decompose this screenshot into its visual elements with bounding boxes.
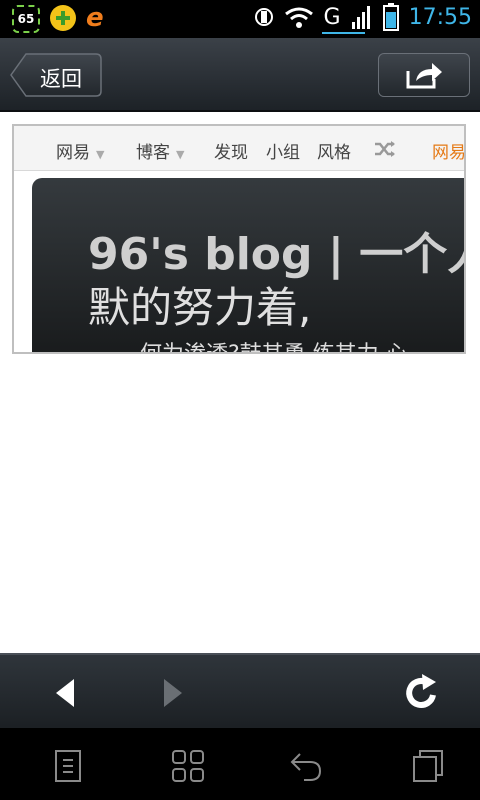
nav-item-discover: 发现 bbox=[214, 143, 248, 163]
menu-icon[interactable] bbox=[50, 748, 86, 784]
triangle-back-icon[interactable] bbox=[46, 673, 86, 713]
blog-banner: 96's blog | 一个人 默的努力着, 何为渗透?鼓其勇 练其力 心 bbox=[32, 178, 466, 352]
browser-toolbar bbox=[0, 653, 480, 730]
nav-item-blog: 博客 ▼ bbox=[136, 143, 185, 163]
battery-icon bbox=[382, 3, 399, 31]
status-bar: 65 e G 17:55 bbox=[0, 0, 480, 38]
system-status: G 17:55 bbox=[254, 3, 472, 34]
blog-tagline: 何为渗透?鼓其勇 练其力 心 bbox=[140, 336, 408, 352]
plus-app-icon bbox=[50, 5, 76, 31]
site-nav: 网易 ▼ 博客 ▼ 发现 小组 风格 网易 bbox=[14, 126, 464, 171]
recent-apps-icon[interactable] bbox=[410, 748, 446, 784]
home-grid-icon[interactable] bbox=[170, 748, 206, 784]
browser-e-icon: e bbox=[86, 3, 104, 33]
triangle-forward-icon[interactable] bbox=[152, 673, 192, 713]
nav-item-netease: 网易 ▼ bbox=[56, 143, 105, 163]
wifi-icon bbox=[284, 7, 313, 28]
network-type: G bbox=[321, 4, 365, 34]
nav-item-style: 风格 bbox=[317, 143, 351, 163]
back-arrow-icon[interactable] bbox=[288, 748, 324, 784]
shuffle-icon bbox=[375, 141, 395, 157]
back-button-label: 返回 bbox=[40, 67, 82, 91]
refresh-icon[interactable] bbox=[402, 673, 442, 713]
share-button[interactable] bbox=[378, 53, 470, 97]
blog-subtitle: 默的努力着, bbox=[88, 283, 312, 332]
vibrate-icon bbox=[254, 8, 273, 26]
title-bar: 返回 bbox=[0, 38, 480, 112]
back-button[interactable]: 返回 bbox=[10, 53, 102, 97]
blog-title: 96's blog | 一个人 bbox=[88, 229, 466, 280]
nav-item-netease-orange: 网易 bbox=[432, 143, 466, 163]
clock: 17:55 bbox=[408, 4, 472, 30]
signal-icon bbox=[351, 6, 370, 29]
badge-65-icon: 65 bbox=[12, 5, 40, 33]
system-nav-bar bbox=[0, 728, 480, 800]
nav-item-groups: 小组 bbox=[266, 143, 300, 163]
page-thumbnail[interactable]: 网易 ▼ 博客 ▼ 发现 小组 风格 网易 96's blog | 一个人 默的努力… bbox=[12, 124, 466, 354]
share-icon bbox=[406, 63, 442, 89]
notification-icons: 65 e bbox=[12, 5, 104, 33]
